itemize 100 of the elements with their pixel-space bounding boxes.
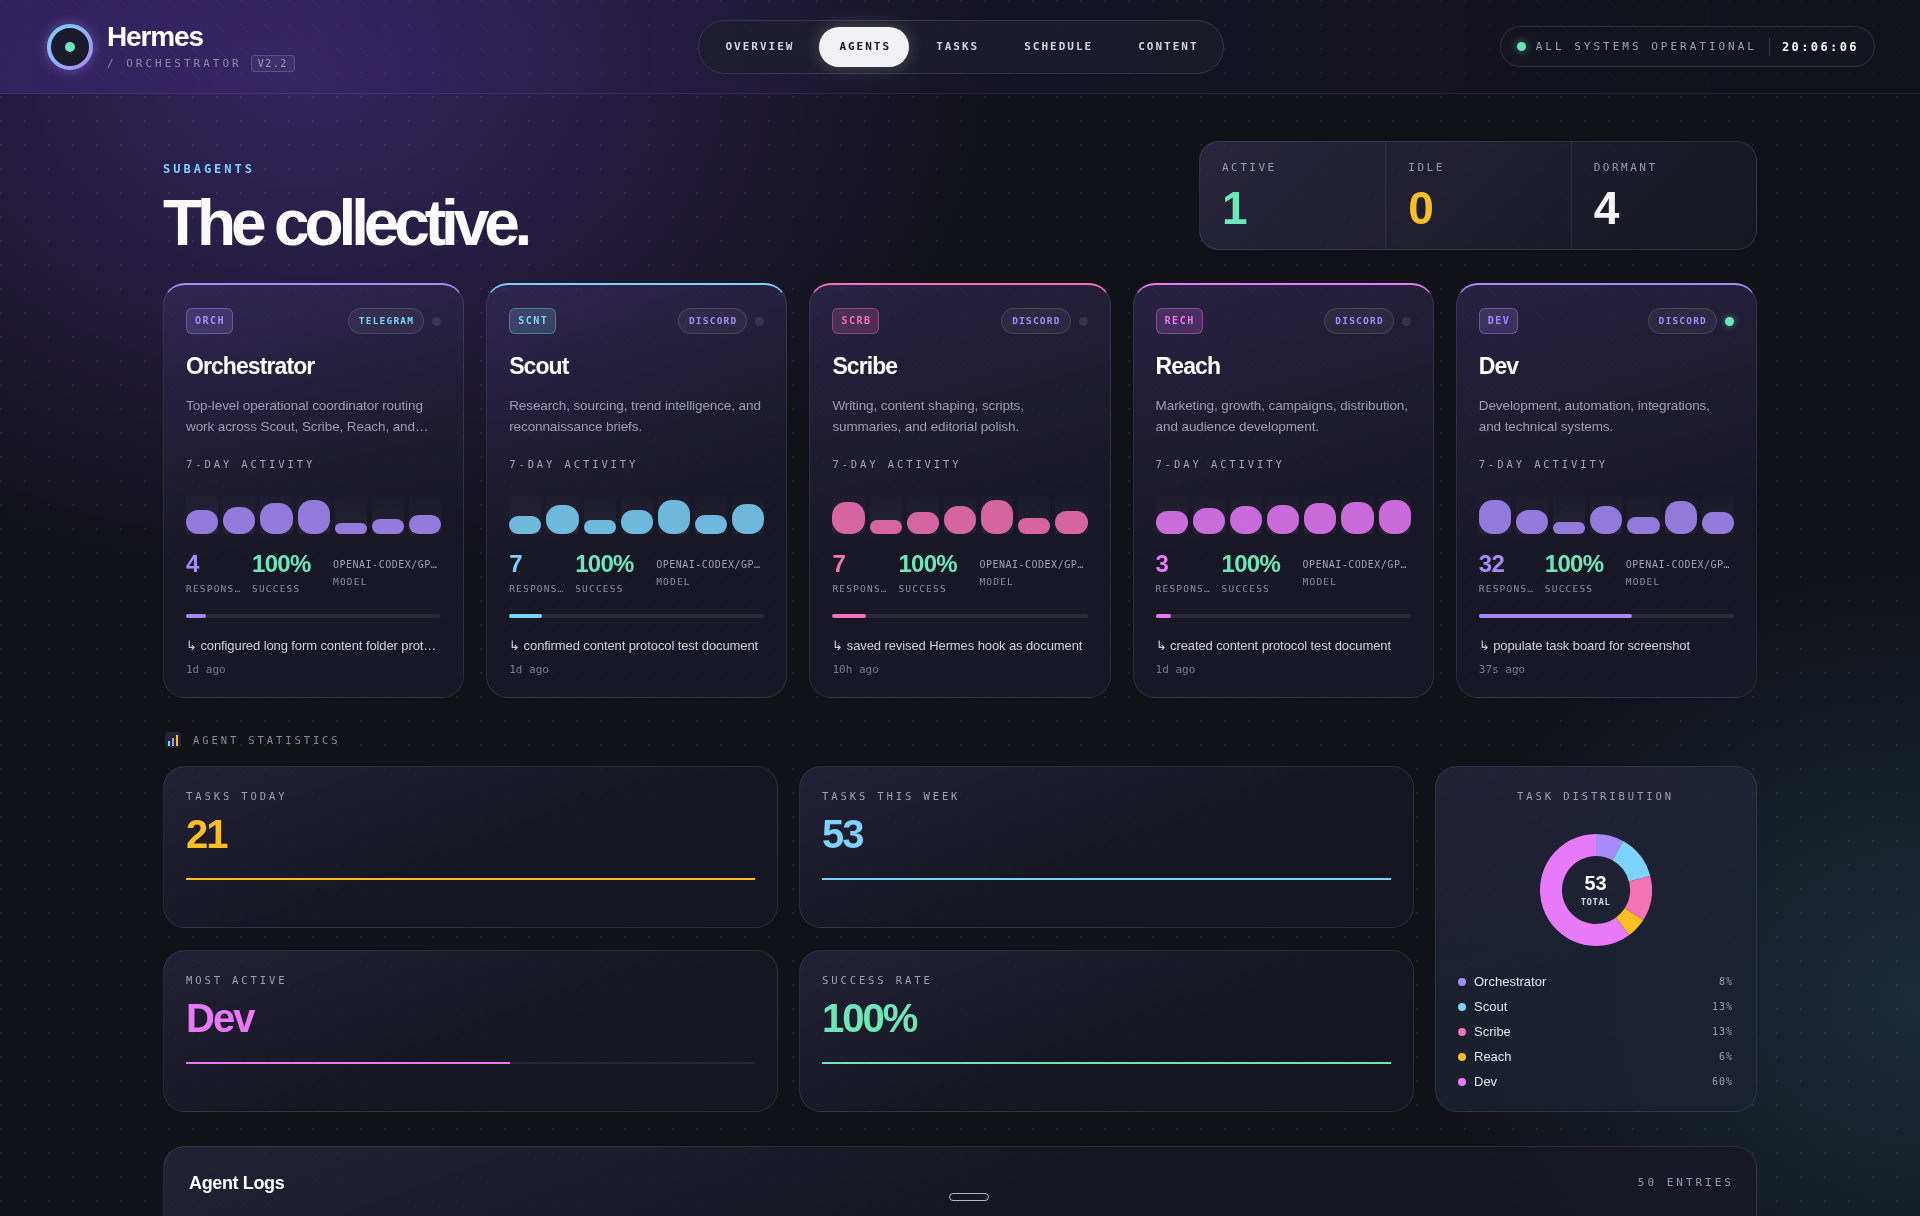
- stat-label: RESPONS…: [186, 583, 242, 595]
- bar-chart-icon: [165, 732, 181, 748]
- nav-tab[interactable]: AGENTS: [819, 26, 910, 67]
- stat-card-value: 53: [822, 812, 863, 856]
- activity-label: 7-DAY ACTIVITY: [1155, 457, 1285, 471]
- stat-label: SUCCESS: [1544, 583, 1594, 595]
- brand-subtitle: / ORCHESTRATOR: [107, 56, 242, 70]
- nav-tab[interactable]: TASKS: [916, 26, 998, 67]
- count-label: IDLE: [1408, 161, 1445, 175]
- legend-label: Orchestrator: [1474, 974, 1547, 989]
- stat-value: 7: [509, 550, 522, 578]
- stat-value: 100%: [898, 550, 957, 578]
- agent-name: Orchestrator: [186, 352, 315, 380]
- stat-label: RESPONS…: [1478, 583, 1535, 595]
- stat-label: RESPONS…: [832, 583, 888, 595]
- stat-card-label: MOST ACTIVE: [186, 973, 288, 987]
- legend-label: Scout: [1474, 999, 1508, 1014]
- agent-name: Dev: [1478, 352, 1519, 380]
- timestamp: 1d ago: [186, 663, 226, 677]
- panel-title: Agent Logs: [189, 1172, 285, 1195]
- stat-label: RESPONS…: [509, 583, 565, 595]
- channel-tag: DISCORD: [1001, 308, 1071, 334]
- stat-label: SUCCESS: [575, 583, 624, 595]
- stat-label: SUCCESS: [898, 583, 947, 595]
- agent-description: Top-level operational coordinator routing work across Scout, Scribe, Reach, and…: [186, 397, 430, 436]
- timestamp: 1d ago: [509, 663, 549, 677]
- stat-value: 100%: [1544, 550, 1604, 578]
- logo-ring-icon: [47, 23, 93, 70]
- stat-label: RESPONS…: [1155, 583, 1211, 595]
- brand-name: Hermes: [107, 21, 203, 52]
- legend-percent: 6%: [1718, 1051, 1733, 1062]
- stat-value: OPENAI-CODEX/GP…: [1625, 558, 1731, 571]
- agent-name: Scribe: [832, 352, 898, 380]
- stat-card-value: 100%: [822, 996, 917, 1040]
- agent-card[interactable]: DEV DISCORD Dev Development, automation, integrations, and technical systems. 7-DAY ACTIVITY 32 RESPONS… 100% SUCCESS OPENAI-CODEX/GP… MODEL ↳ populate task board for screenshot 37s ago: [1455, 283, 1757, 698]
- status-text: ALL SYSTEMS OPERATIONAL: [1535, 40, 1757, 53]
- timestamp: 37s ago: [1478, 663, 1526, 677]
- agent-code-tag: RECH: [1155, 308, 1203, 334]
- stat-card-label: SUCCESS RATE: [822, 973, 933, 987]
- version-tag: V2.2: [250, 54, 295, 72]
- stat-card-label: TASKS TODAY: [186, 789, 288, 803]
- count-label: DORMANT: [1593, 161, 1658, 175]
- stat-value: 7: [832, 550, 846, 578]
- legend-percent: 60%: [1711, 1076, 1733, 1087]
- channel-tag: DISCORD: [1647, 308, 1717, 334]
- stat-value: 4: [186, 550, 199, 578]
- timestamp: 10h ago: [832, 663, 879, 677]
- stat-value: OPENAI-CODEX/GP…: [1302, 558, 1407, 571]
- stat-label: SUCCESS: [252, 583, 301, 595]
- nav-tab[interactable]: OVERVIEW: [705, 26, 813, 67]
- stat-value: 3: [1155, 550, 1169, 578]
- count-value: 4: [1593, 185, 1620, 231]
- section-eyebrow: SUBAGENTS: [163, 161, 256, 177]
- legend-percent: 8%: [1718, 976, 1733, 987]
- agent-name: Scout: [509, 352, 569, 380]
- last-action-text: ↳ configured long form content folder prot…: [186, 637, 437, 655]
- entry-count: 50 ENTRIES: [1637, 1175, 1734, 1191]
- stat-value: OPENAI-CODEX/GP…: [333, 558, 438, 571]
- activity-label: 7-DAY ACTIVITY: [832, 457, 962, 471]
- stat-label: MODEL: [333, 576, 368, 588]
- count-value: 1: [1222, 185, 1248, 231]
- agent-card[interactable]: SCNT DISCORD Scout Research, sourcing, trend intelligence, and reconnaissance briefs. 7-DAY ACTIVITY 7 RESPONS… 100% SUCCESS OPENAI-CODEX/GP… MODEL ↳ confirmed content protocol test document 1d ago: [486, 283, 788, 698]
- agent-description: Marketing, growth, campaigns, distribution, and audience development.: [1155, 397, 1409, 436]
- nav-tab[interactable]: SCHEDULE: [1004, 26, 1112, 67]
- legend-label: Reach: [1474, 1049, 1512, 1064]
- activity-label: 7-DAY ACTIVITY: [509, 457, 639, 471]
- clock-time: 20:06:06: [1782, 39, 1859, 54]
- stat-label: MODEL: [1302, 576, 1338, 588]
- agent-card[interactable]: [163, 283, 465, 698]
- stat-card-value: Dev: [186, 996, 254, 1040]
- stat-value: 100%: [575, 550, 634, 578]
- section-title: AGENT STATISTICS: [193, 733, 341, 747]
- stat-value: OPENAI-CODEX/GP…: [656, 558, 761, 571]
- stat-label: MODEL: [1625, 576, 1661, 588]
- channel-tag: DISCORD: [677, 308, 748, 334]
- agent-card[interactable]: SCRB DISCORD Scribe Writing, content shaping, scripts, summaries, and editorial polish. 7-DAY ACTIVITY 7 RESPONS… 100% SUCCESS OPENAI-CODEX/GP… MODEL ↳ saved revised Hermes hook as document 10h ago: [809, 283, 1111, 698]
- stat-label: MODEL: [656, 576, 691, 588]
- chart-title: TASK DISTRIBUTION: [1517, 789, 1674, 803]
- legend-label: Scribe: [1474, 1024, 1511, 1039]
- count-value: 0: [1408, 185, 1434, 231]
- donut-total-value: 53: [1584, 872, 1607, 894]
- legend-percent: 13%: [1711, 1026, 1733, 1037]
- last-action-text: ↳ populate task board for screenshot: [1478, 637, 1690, 655]
- last-action-text: ↳ saved revised Hermes hook as document: [832, 637, 1083, 655]
- agent-code-tag: ORCH: [186, 308, 234, 334]
- channel-tag: DISCORD: [1324, 308, 1394, 334]
- stat-value: 32: [1478, 550, 1505, 578]
- page-title: The collective.: [163, 191, 528, 255]
- nav-tab[interactable]: CONTENT: [1118, 26, 1217, 67]
- stat-value: 100%: [252, 550, 311, 578]
- legend-label: Dev: [1474, 1074, 1498, 1089]
- agent-card[interactable]: RECH DISCORD Reach Marketing, growth, campaigns, distribution, and audience development. 7-DAY ACTIVITY 3 RESPONS… 100% SUCCESS OPENAI-CODEX/GP… MODEL ↳ created content protocol test document 1d ago: [1132, 283, 1434, 698]
- agent-description: Writing, content shaping, scripts, summaries, and editorial polish.: [832, 397, 1025, 436]
- stat-label: MODEL: [979, 576, 1014, 588]
- channel-tag: TELEGRAM: [347, 308, 425, 334]
- donut-total-label: TOTAL: [1580, 896, 1611, 908]
- timestamp: 1d ago: [1155, 663, 1196, 677]
- agent-code-tag: DEV: [1478, 308, 1519, 334]
- stat-card-value: 21: [186, 812, 227, 856]
- stat-value: 100%: [1221, 550, 1281, 578]
